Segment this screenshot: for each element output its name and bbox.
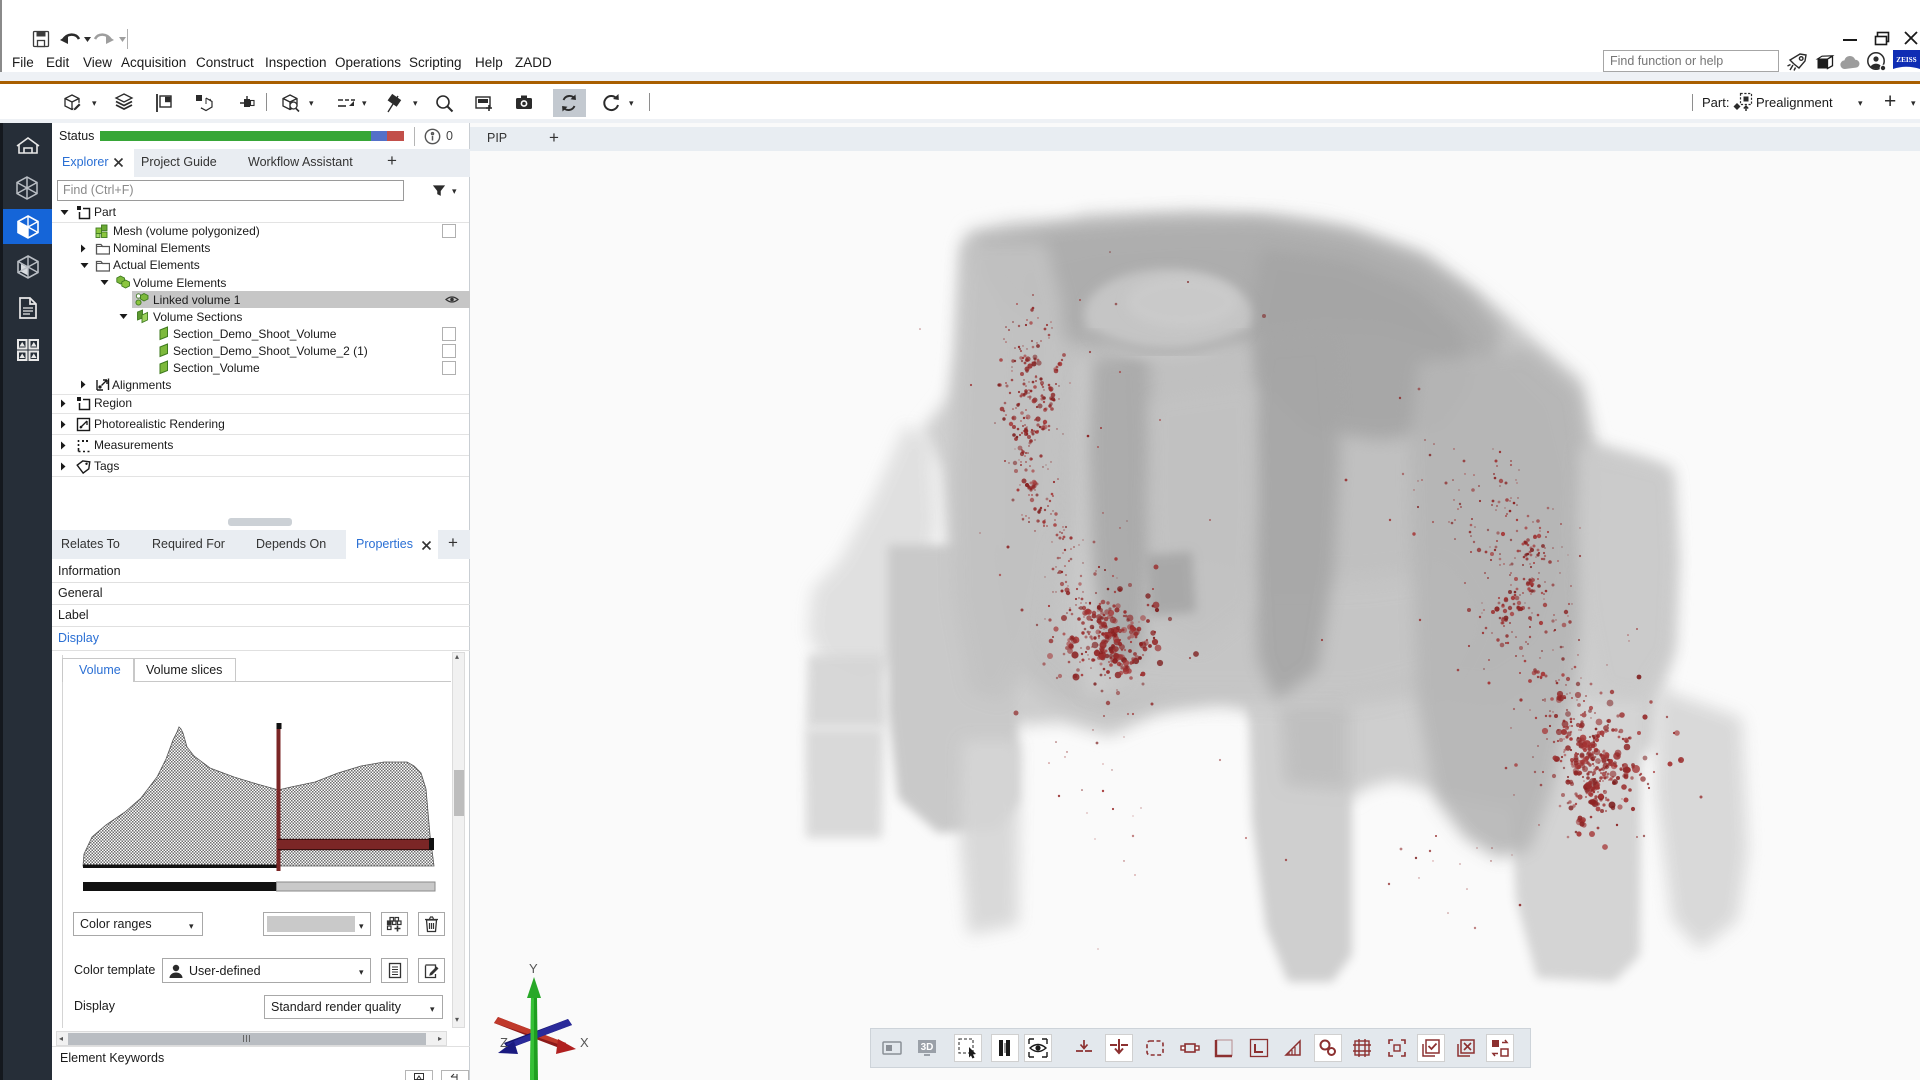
svg-text:Z: Z bbox=[500, 1035, 508, 1050]
svg-text:Y: Y bbox=[529, 961, 538, 976]
svg-text:3D: 3D bbox=[921, 1042, 934, 1053]
svg-text:X: X bbox=[580, 1035, 589, 1050]
svg-text:ZEISS: ZEISS bbox=[1896, 56, 1916, 64]
